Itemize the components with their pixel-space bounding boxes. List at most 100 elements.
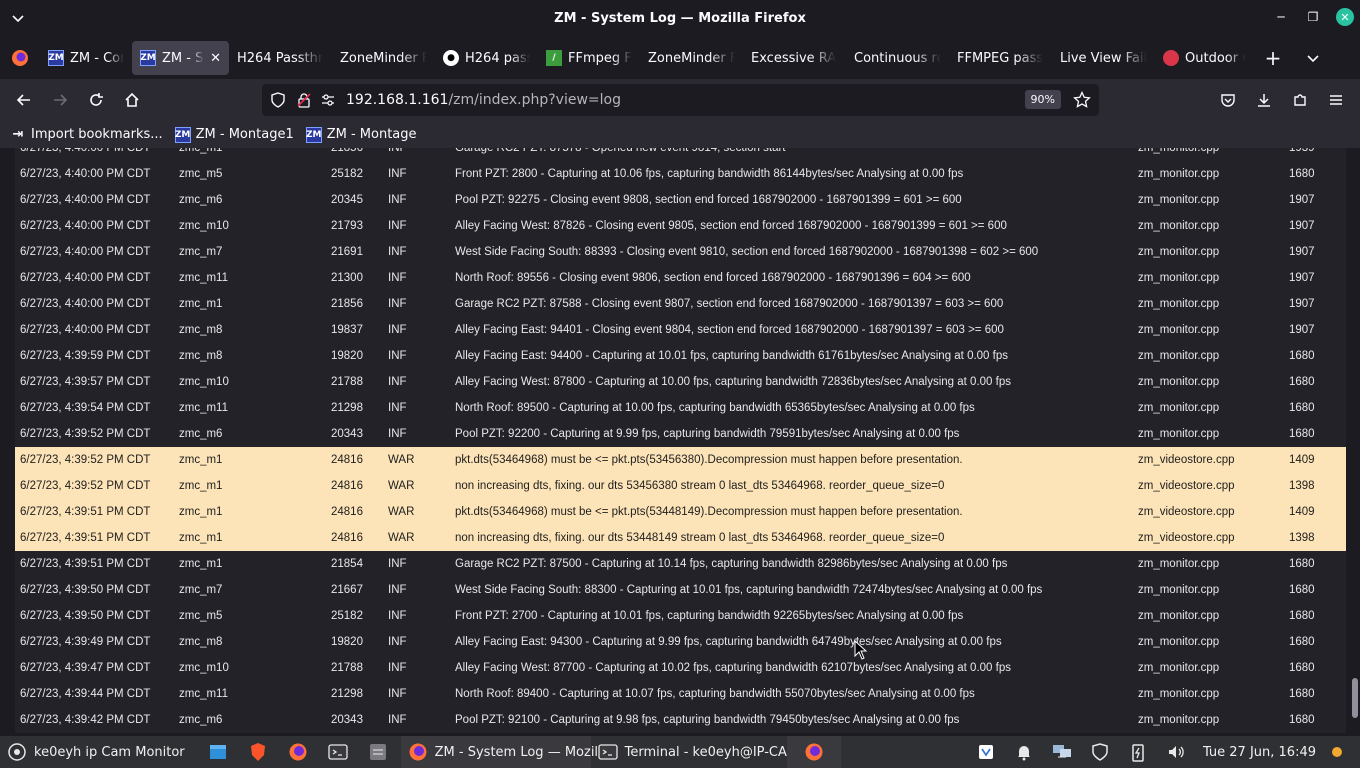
log-level: WAR: [388, 532, 415, 544]
log-level: INF: [388, 428, 407, 440]
taskbar-item[interactable]: [241, 736, 281, 768]
battery-icon[interactable]: [1127, 741, 1149, 763]
tab-2[interactable]: H264 Passthr: [229, 41, 332, 75]
address-bar[interactable]: 192.168.1.161/zm/index.php?view=log 90%: [262, 84, 1099, 116]
shield-icon[interactable]: [270, 92, 286, 108]
page-settings-icon[interactable]: [320, 92, 336, 108]
table-row[interactable]: 6/27/23, 4:40:00 PM CDT zmc_m11 21300 INF No…: [15, 265, 1346, 291]
bookmark-item[interactable]: ZM ZM - Montage: [305, 126, 417, 143]
bookmark-star-icon[interactable]: [1073, 91, 1091, 109]
table-row[interactable]: 6/27/23, 4:40:00 PM CDT zmc_m1 21856 INF Gar…: [15, 148, 1346, 161]
log-level: INF: [388, 558, 407, 570]
table-row[interactable]: 6/27/23, 4:40:00 PM CDT zmc_m6 20345 INF Poo…: [15, 187, 1346, 213]
table-row[interactable]: 6/27/23, 4:39:51 PM CDT zmc_m1 24816 WAR pkt…: [15, 499, 1346, 525]
downloads-button[interactable]: [1246, 84, 1282, 116]
log-pid: 25182: [331, 610, 363, 622]
log-pid: 24816: [331, 532, 363, 544]
log-line: 1398: [1289, 480, 1315, 492]
minimize-button[interactable]: ─: [1272, 8, 1290, 26]
table-row[interactable]: 6/27/23, 4:39:51 PM CDT zmc_m1 24816 WAR non…: [15, 525, 1346, 551]
taskbar-item[interactable]: Terminal - ke0eyh@IP-CA...: [591, 736, 799, 768]
volume-icon[interactable]: [1165, 741, 1187, 763]
log-component: zmc_m1: [179, 480, 223, 492]
tab-6[interactable]: ZoneMinder F: [640, 41, 743, 75]
weather-icon[interactable]: [1326, 741, 1348, 763]
extensions-button[interactable]: [1282, 84, 1318, 116]
log-message: non increasing dts, fixing. our dts 5345…: [455, 480, 945, 492]
maximize-button[interactable]: ❐: [1304, 8, 1322, 26]
taskbar-item[interactable]: [201, 736, 241, 768]
zoom-level-badge[interactable]: 90%: [1024, 90, 1061, 109]
app-menu-button[interactable]: [1318, 84, 1354, 116]
insecure-lock-icon[interactable]: [296, 92, 312, 108]
url-text[interactable]: 192.168.1.161/zm/index.php?view=log: [346, 92, 621, 108]
table-row[interactable]: 6/27/23, 4:39:50 PM CDT zmc_m5 25182 INF Fro…: [15, 603, 1346, 629]
tab-8[interactable]: Continuous re: [846, 41, 949, 75]
home-button[interactable]: [114, 84, 150, 116]
table-row[interactable]: 6/27/23, 4:39:54 PM CDT zmc_m11 21298 INF No…: [15, 395, 1346, 421]
tab-9[interactable]: FFMPEG pass: [949, 41, 1052, 75]
tab-3[interactable]: ZoneMinder F: [332, 41, 435, 75]
log-pid: 21298: [331, 688, 363, 700]
firefox-icon: [407, 741, 429, 763]
taskbar-item[interactable]: [321, 736, 361, 768]
log-file: zm_videostore.cpp: [1138, 480, 1235, 492]
new-tab-button[interactable]: +: [1253, 37, 1293, 79]
table-row[interactable]: 6/27/23, 4:39:49 PM CDT zmc_m8 19820 INF All…: [15, 629, 1346, 655]
chevron-down-icon[interactable]: [10, 10, 26, 26]
network-icon[interactable]: [1051, 741, 1073, 763]
table-row[interactable]: 6/27/23, 4:40:00 PM CDT zmc_m8 19837 INF All…: [15, 317, 1346, 343]
back-button[interactable]: [6, 84, 42, 116]
log-line: 1680: [1289, 610, 1315, 622]
security-shield-icon[interactable]: [1089, 741, 1111, 763]
firefox-view-icon[interactable]: [0, 37, 40, 79]
table-row[interactable]: 6/27/23, 4:39:52 PM CDT zmc_m1 24816 WAR non…: [15, 473, 1346, 499]
taskbar-item[interactable]: ZM - System Log — Mozil...: [400, 736, 610, 768]
table-row[interactable]: 6/27/23, 4:40:00 PM CDT zmc_m1 21856 INF Gar…: [15, 291, 1346, 317]
tab-10[interactable]: Live View Fail: [1052, 41, 1155, 75]
pocket-button[interactable]: [1210, 84, 1246, 116]
log-date: 6/27/23, 4:39:52 PM CDT: [20, 428, 151, 440]
tab-4[interactable]: ● H264 pass: [435, 41, 538, 75]
log-file: zm_monitor.cpp: [1138, 610, 1220, 622]
clock[interactable]: Tue 27 Jun, 16:49: [1203, 745, 1316, 760]
table-row[interactable]: 6/27/23, 4:40:00 PM CDT zmc_m10 21793 INF Al…: [15, 213, 1346, 239]
tab-1[interactable]: ZM ZM - Sy ✕: [132, 41, 229, 75]
log-file: zm_videostore.cpp: [1138, 454, 1235, 466]
log-line: 1409: [1289, 506, 1315, 518]
app-icon: [367, 741, 389, 763]
table-row[interactable]: 6/27/23, 4:39:47 PM CDT zmc_m10 21788 INF Al…: [15, 655, 1346, 681]
log-date: 6/27/23, 4:39:52 PM CDT: [20, 480, 151, 492]
table-row[interactable]: 6/27/23, 4:39:52 PM CDT zmc_m1 24816 WAR pkt…: [15, 447, 1346, 473]
vscode-tray-icon[interactable]: [975, 741, 997, 763]
list-all-tabs-button[interactable]: [1293, 37, 1333, 79]
table-row[interactable]: 6/27/23, 4:39:57 PM CDT zmc_m10 21788 INF Al…: [15, 369, 1346, 395]
table-row[interactable]: 6/27/23, 4:39:52 PM CDT zmc_m6 20343 INF Poo…: [15, 421, 1346, 447]
close-button[interactable]: ✕: [1336, 8, 1354, 26]
forward-button[interactable]: [42, 84, 78, 116]
log-message: Alley Facing West: 87700 - Capturing at …: [455, 662, 1011, 674]
table-row[interactable]: 6/27/23, 4:39:44 PM CDT zmc_m11 21298 INF No…: [15, 681, 1346, 707]
taskbar-item[interactable]: [361, 736, 401, 768]
table-row[interactable]: 6/27/23, 4:39:59 PM CDT zmc_m8 19820 INF All…: [15, 343, 1346, 369]
table-row[interactable]: 6/27/23, 4:39:42 PM CDT zmc_m6 20343 INF Poo…: [15, 707, 1346, 733]
taskbar-firefox-window[interactable]: [786, 736, 841, 768]
tab-5[interactable]: / FFmpeg F: [538, 41, 640, 75]
log-file: zm_monitor.cpp: [1138, 714, 1220, 726]
table-row[interactable]: 6/27/23, 4:40:00 PM CDT zmc_m5 25182 INF Fro…: [15, 161, 1346, 187]
taskbar-item[interactable]: [281, 736, 321, 768]
table-row[interactable]: 6/27/23, 4:40:00 PM CDT zmc_m7 21691 INF Wes…: [15, 239, 1346, 265]
table-row[interactable]: 6/27/23, 4:39:51 PM CDT zmc_m1 21854 INF Gar…: [15, 551, 1346, 577]
bookmark-item[interactable]: ⇥ Import bookmarks...: [10, 127, 163, 143]
bookmark-item[interactable]: ZM ZM - Montage1: [174, 126, 294, 143]
taskbar-item[interactable]: ke0eyh ip Cam Monitor: [0, 736, 191, 768]
notification-bell-icon[interactable]: [1013, 741, 1035, 763]
close-tab-icon[interactable]: ✕: [210, 51, 221, 66]
reload-button[interactable]: [78, 84, 114, 116]
log-component: zmc_m1: [179, 532, 223, 544]
tab-7[interactable]: Excessive RA: [743, 41, 846, 75]
tab-0[interactable]: ZM ZM - Cons: [40, 41, 132, 75]
tab-11[interactable]: Outdoor C: [1155, 41, 1253, 75]
page-scrollbar[interactable]: [1352, 678, 1358, 718]
table-row[interactable]: 6/27/23, 4:39:50 PM CDT zmc_m7 21667 INF Wes…: [15, 577, 1346, 603]
